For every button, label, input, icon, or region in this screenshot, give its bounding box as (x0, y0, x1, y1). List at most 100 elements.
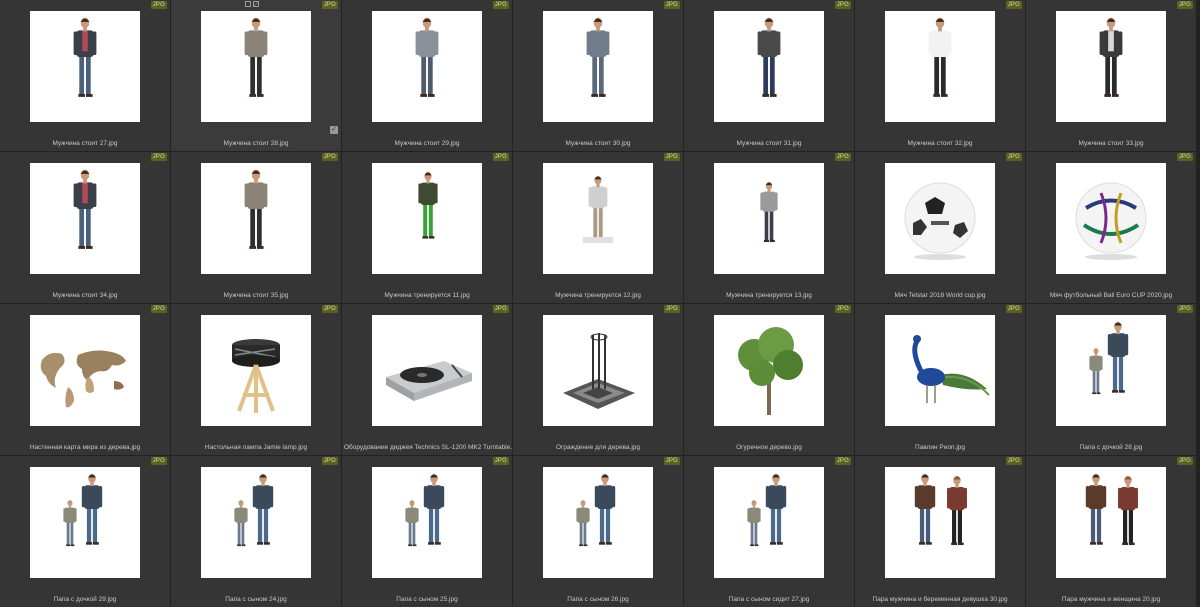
thumbnail-item[interactable]: JPG Папа с сыном 25.jpg (342, 456, 512, 607)
file-type-badge: JPG (150, 1, 167, 9)
file-name-label: Мужчина стоит 34.jpg (52, 292, 118, 299)
file-name-label: Мяч Telstar 2018 World cup.jpg (894, 292, 986, 299)
man-standing-plaid-shirt-thumb[interactable] (543, 11, 653, 122)
thumbnail-item[interactable]: JPG Мужчина тренируется 12.jpg (513, 152, 683, 303)
thumbnail-item[interactable]: JPG ✓ Мужчина стоит 28.jpg (171, 0, 341, 151)
man-standing-navy-suit-thumb[interactable] (201, 163, 311, 274)
thumbnail-item[interactable]: JPG Мужчина стоит 27.jpg (0, 0, 170, 151)
file-type-badge: JPG (321, 1, 338, 9)
table-lamp-thumb[interactable] (201, 315, 311, 426)
man-standing-arms-crossed-thumb[interactable] (201, 11, 311, 122)
man-squatting-thumb[interactable] (714, 163, 824, 274)
thumbnail-item[interactable]: JPG Папа с дочкой 29.jpg (0, 456, 170, 607)
file-type-badge: JPG (834, 1, 851, 9)
file-name-label: Мужчина стоит 27.jpg (52, 140, 118, 147)
file-type-badge: JPG (492, 457, 509, 465)
file-name-label: Папа с сыном сидит 27.jpg (728, 596, 810, 603)
file-name-label: Настольная лампа Jamie lamp.jpg (204, 444, 308, 451)
file-name-label: Папа с дочкой 28.jpg (1079, 444, 1143, 451)
checkmark-icon[interactable]: ✓ (330, 126, 338, 134)
thumbnail-item[interactable]: JPG Мужчина стоит 32.jpg (855, 0, 1025, 151)
file-type-badge: JPG (663, 305, 680, 313)
thumbnail-item[interactable]: JPG Мужчина стоит 31.jpg (684, 0, 854, 151)
wooden-world-map-thumb[interactable] (30, 315, 140, 426)
file-type-badge: JPG (1005, 305, 1022, 313)
man-exercising-lunge-thumb[interactable] (372, 163, 482, 274)
file-type-badge: JPG (1176, 305, 1193, 313)
thumbnail-item[interactable]: JPG Павлин Peon.jpg (855, 304, 1025, 455)
peacock-thumb[interactable] (885, 315, 995, 426)
thumbnail-item[interactable]: JPG Мужчина стоит 29.jpg (342, 0, 512, 151)
file-name-label: Павлин Peon.jpg (914, 444, 966, 451)
file-type-badge: JPG (150, 153, 167, 161)
file-name-label: Мужчина стоит 28.jpg (223, 140, 289, 147)
thumbnail-item[interactable]: JPG Огуречное дерево.jpg (684, 304, 854, 455)
edit-icon[interactable] (253, 1, 259, 7)
file-type-badge: JPG (663, 1, 680, 9)
checkbox-icon[interactable] (245, 1, 251, 7)
thumbnail-item[interactable]: JPG Настольная лампа Jamie lamp.jpg (171, 304, 341, 455)
thumbnail-grid: JPG Мужчина стоит 27.jpg JPG ✓ Мужчина стоит… (0, 0, 1200, 607)
file-name-label: Пара мужчина и женщина 20.jpg (1061, 596, 1161, 603)
tree-guard-thumb[interactable] (543, 315, 653, 426)
thumbnail-item[interactable]: JPG Настенная карта мира из дерева.jpg (0, 304, 170, 455)
thumbnail-item[interactable]: JPG Мяч футбольный Ball Euro CUP 2020.jpg (1026, 152, 1196, 303)
thumbnail-item[interactable]: JPG Мужчина тренируется 13.jpg (684, 152, 854, 303)
thumbnail-item[interactable]: JPG Папа с сыном 24.jpg (171, 456, 341, 607)
thumbnail-item[interactable]: JPG Папа с сыном сидит 27.jpg (684, 456, 854, 607)
thumbnail-item[interactable]: JPG Папа с дочкой 28.jpg (1026, 304, 1196, 455)
thumbnail-item[interactable]: JPG Оборудование диджея Technics SL-1200… (342, 304, 512, 455)
file-name-label: Мужчина стоит 31.jpg (736, 140, 802, 147)
soccer-ball-euro-thumb[interactable] (1056, 163, 1166, 274)
file-name-label: Мужчина тренируется 13.jpg (726, 292, 812, 299)
thumbnail-item[interactable]: JPG Ограждение для дерева.jpg (513, 304, 683, 455)
thumbnail-item[interactable]: JPG Пара мужчина и беременная девушка 30.… (855, 456, 1025, 607)
file-type-badge: JPG (834, 457, 851, 465)
file-type-badge: JPG (834, 153, 851, 161)
turntable-thumb[interactable] (372, 315, 482, 426)
soccer-ball-telstar-thumb[interactable] (885, 163, 995, 274)
dad-with-daughter-thumb[interactable] (1056, 315, 1166, 426)
thumbnail-item[interactable]: JPG Мужчина тренируется 11.jpg (342, 152, 512, 303)
file-name-label: Папа с сыном 25.jpg (396, 596, 458, 603)
man-standing-white-shirt-thumb[interactable] (885, 11, 995, 122)
dad-with-daughter-thumb[interactable] (30, 467, 140, 578)
couple-thumb[interactable] (885, 467, 995, 578)
thumbnail-item[interactable]: JPG Мужчина стоит 35.jpg (171, 152, 341, 303)
selection-mode-icons[interactable] (245, 1, 259, 7)
thumbnail-item[interactable]: JPG Пара мужчина и женщина 20.jpg (1026, 456, 1196, 607)
dad-with-son-thumb[interactable] (201, 467, 311, 578)
man-sitting-thumb[interactable] (543, 163, 653, 274)
file-name-label: Мужчина стоит 32.jpg (907, 140, 973, 147)
thumbnail-item[interactable]: JPG Мужчина стоит 33.jpg (1026, 0, 1196, 151)
man-standing-suit-thumb[interactable] (30, 11, 140, 122)
file-name-label: Мужчина стоит 33.jpg (1078, 140, 1144, 147)
file-type-badge: JPG (321, 457, 338, 465)
file-type-badge: JPG (150, 457, 167, 465)
dad-with-son-thumb[interactable] (372, 467, 482, 578)
file-type-badge: JPG (834, 305, 851, 313)
dad-with-son-sitting-thumb[interactable] (714, 467, 824, 578)
file-type-badge: JPG (1005, 153, 1022, 161)
file-type-badge: JPG (1176, 457, 1193, 465)
file-type-badge: JPG (663, 457, 680, 465)
file-name-label: Настенная карта мира из дерева.jpg (29, 444, 141, 451)
man-standing-waving-thumb[interactable] (714, 11, 824, 122)
thumbnail-item[interactable]: JPG Мужчина стоит 30.jpg (513, 0, 683, 151)
file-type-badge: JPG (663, 153, 680, 161)
tree-thumb[interactable] (714, 315, 824, 426)
file-name-label: Папа с сыном 26.jpg (567, 596, 629, 603)
man-standing-brown-suit-thumb[interactable] (30, 163, 140, 274)
file-type-badge: JPG (321, 153, 338, 161)
couple-thumb[interactable] (1056, 467, 1166, 578)
thumbnail-item[interactable]: JPG Мяч Telstar 2018 World cup.jpg (855, 152, 1025, 303)
man-standing-suit-thumb[interactable] (1056, 11, 1166, 122)
file-type-badge: JPG (492, 305, 509, 313)
thumbnail-item[interactable]: JPG Мужчина стоит 34.jpg (0, 152, 170, 303)
man-standing-plaid-shirt-thumb[interactable] (372, 11, 482, 122)
file-name-label: Пара мужчина и беременная девушка 30.jpg (872, 596, 1008, 603)
file-type-badge: JPG (1005, 1, 1022, 9)
dad-with-son-thumb[interactable] (543, 467, 653, 578)
file-name-label: Огуречное дерево.jpg (736, 444, 802, 451)
thumbnail-item[interactable]: JPG Папа с сыном 26.jpg (513, 456, 683, 607)
